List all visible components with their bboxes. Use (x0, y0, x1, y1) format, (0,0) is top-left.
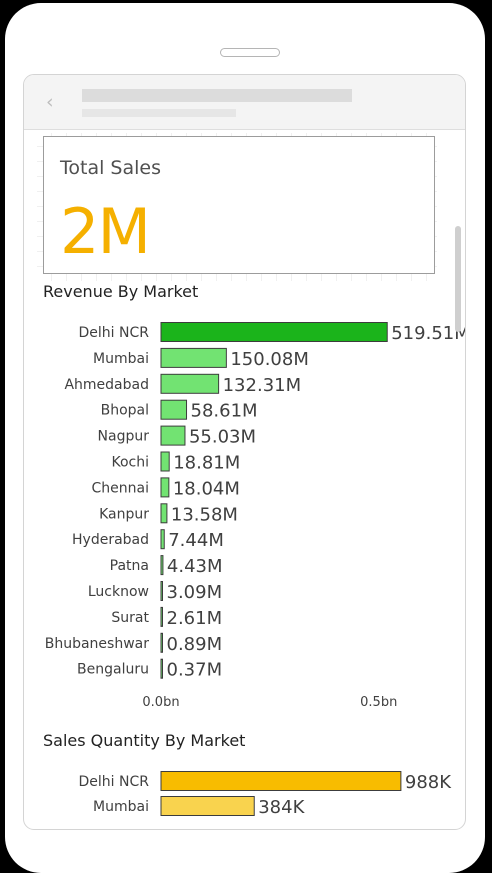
bar[interactable] (160, 322, 388, 342)
x-tick-label: 0.5bn (360, 695, 397, 710)
bar[interactable] (160, 796, 255, 816)
bar[interactable] (160, 503, 168, 524)
revenue-chart-title: Revenue By Market (43, 282, 199, 301)
data-label: 18.04M (173, 478, 240, 499)
category-label: Delhi NCR (79, 774, 150, 790)
category-label: Delhi NCR (79, 325, 150, 341)
data-label: 18.81M (173, 453, 240, 474)
data-label: 132.31M (223, 375, 302, 396)
bar[interactable] (160, 425, 186, 446)
category-label: Bhubaneshwar (45, 636, 149, 652)
bar[interactable] (160, 373, 220, 394)
total-sales-card[interactable]: Total Sales 2M (43, 136, 435, 274)
data-label: 2.61M (167, 608, 223, 629)
bar[interactable] (160, 581, 163, 601)
category-label: Kochi (111, 455, 149, 471)
vertical-scrollbar[interactable] (455, 226, 461, 332)
category-label: Lucknow (88, 584, 149, 600)
report-header: ‹ (24, 75, 465, 130)
category-label: Bengaluru (77, 662, 149, 678)
category-label: Ahmedabad (64, 377, 149, 393)
bar[interactable] (160, 477, 170, 498)
bar[interactable] (160, 658, 163, 679)
category-label: Hyderabad (72, 532, 149, 548)
category-label: Surat (111, 610, 149, 626)
data-label: 0.89M (167, 634, 223, 655)
category-label: Nagpur (98, 429, 150, 445)
quantity-chart-title: Sales Quantity By Market (43, 731, 246, 750)
bar[interactable] (160, 606, 163, 627)
report-title-placeholder (82, 89, 352, 102)
data-label: 384K (258, 797, 305, 818)
speaker-slot (220, 48, 280, 57)
data-label: 988K (405, 772, 452, 793)
x-tick-label: 0.0bn (142, 695, 179, 710)
revenue-by-market-chart[interactable]: Delhi NCR 519.51M Mumbai 150.08M Ahmedabad 13… (24, 310, 465, 730)
data-label: 150.08M (230, 349, 309, 370)
total-sales-label: Total Sales (60, 157, 161, 179)
bar[interactable] (160, 399, 188, 420)
bar[interactable] (160, 555, 164, 576)
data-label: 58.61M (191, 401, 258, 422)
data-label: 13.58M (171, 504, 238, 525)
total-sales-value: 2M (60, 195, 151, 268)
back-chevron-icon[interactable]: ‹ (46, 93, 62, 112)
data-label: 519.51M (391, 323, 465, 344)
bar[interactable] (160, 771, 402, 791)
data-label: 7.44M (168, 530, 224, 551)
data-label: 4.43M (167, 556, 223, 577)
sales-quantity-by-market-chart[interactable]: Delhi NCR 988K Mumbai 384K (24, 760, 465, 830)
bar[interactable] (160, 529, 165, 550)
data-label: 0.37M (167, 660, 223, 681)
category-label: Kanpur (99, 506, 149, 522)
data-label: 3.09M (167, 582, 223, 603)
bar[interactable] (160, 347, 227, 368)
category-label: Mumbai (93, 799, 149, 815)
category-label: Bhopal (101, 403, 149, 419)
category-label: Mumbai (93, 351, 149, 367)
report-viewer: ‹ Total Sales 2M Revenue By Market Delhi… (23, 74, 466, 830)
category-label: Patna (110, 558, 149, 574)
data-label: 55.03M (189, 427, 256, 448)
report-canvas[interactable]: Total Sales 2M Revenue By Market Delhi N… (24, 130, 465, 830)
bar[interactable] (160, 451, 170, 472)
report-subtitle-placeholder (82, 109, 236, 117)
category-label: Chennai (92, 480, 149, 496)
bar[interactable] (160, 632, 163, 653)
